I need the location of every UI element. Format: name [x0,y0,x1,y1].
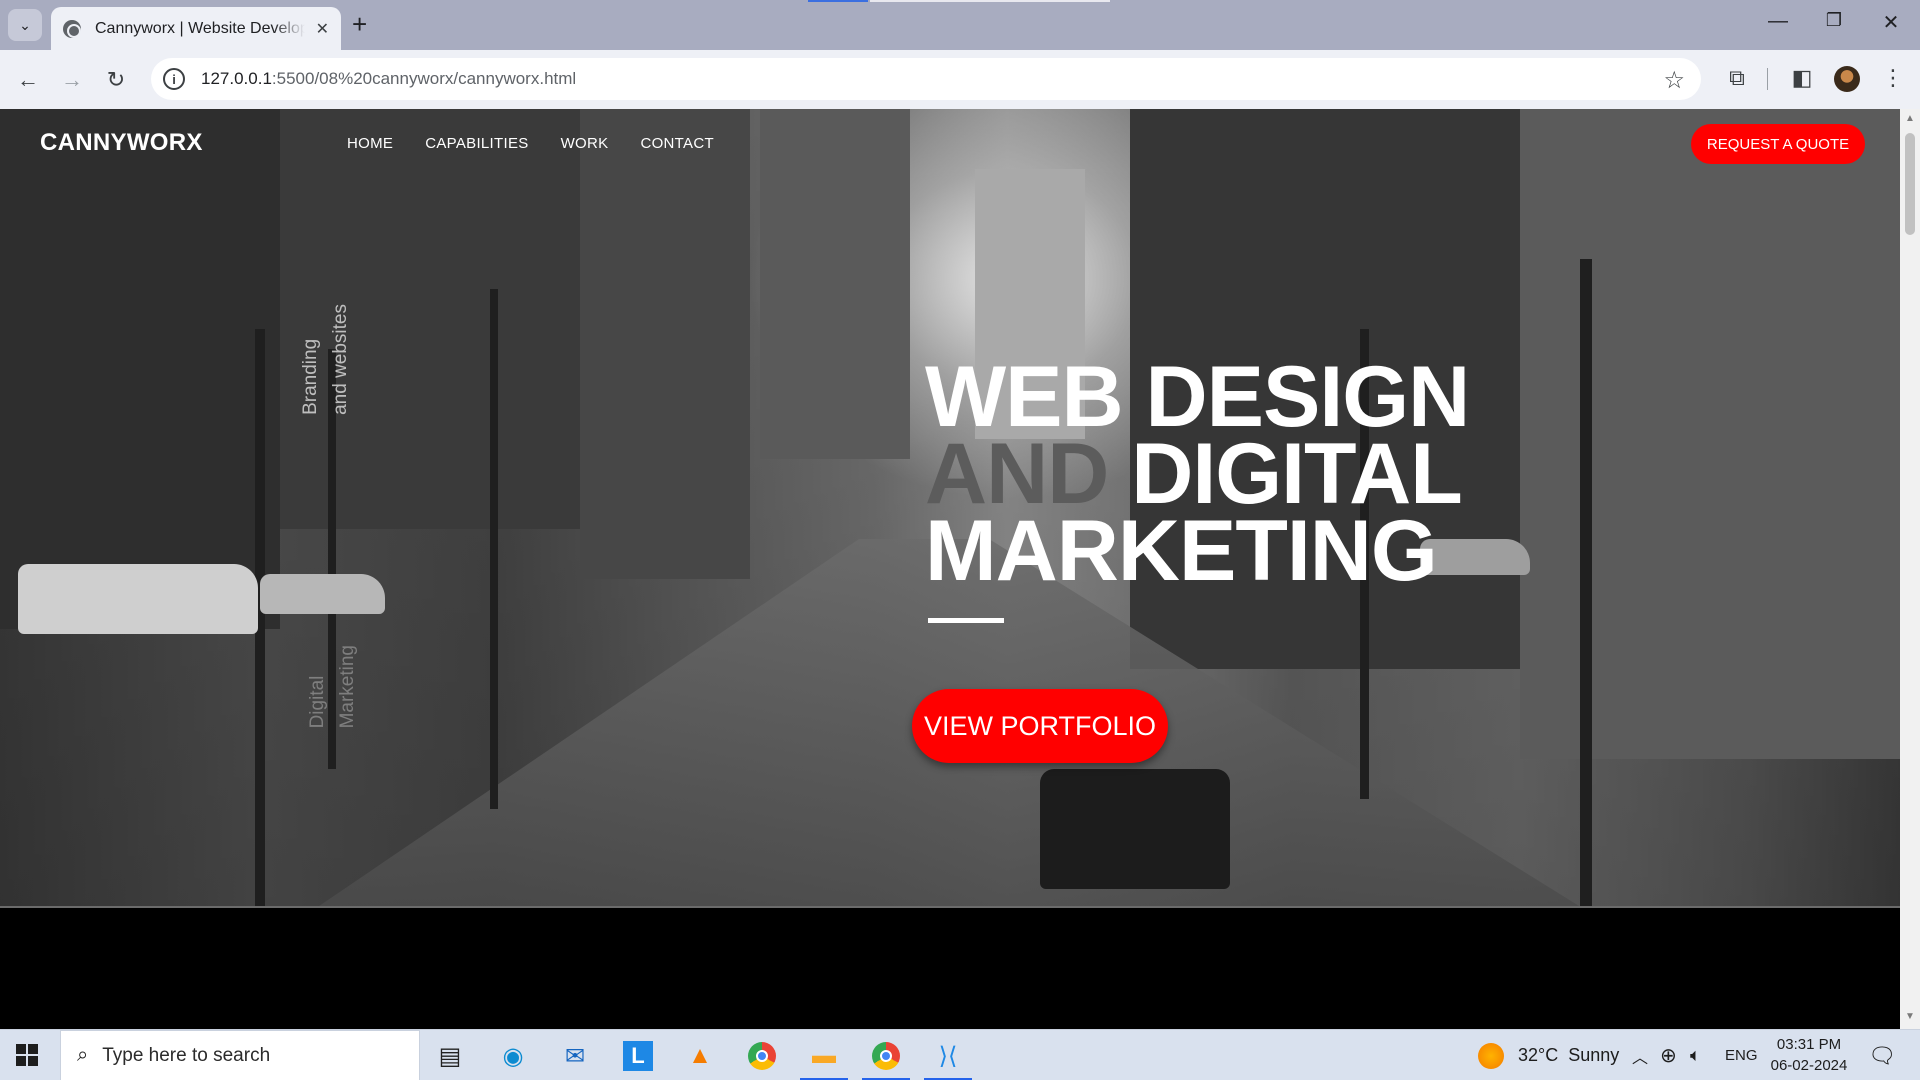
site-logo[interactable]: CANNYWORX [40,129,203,157]
mail-icon[interactable]: ✉ [557,1038,593,1074]
nav-home[interactable]: HOME [347,135,393,152]
windows-taskbar: ⌕ Type here to search ▤ ◉ ✉ L ▲ ▬ ⟩⟨ 32°… [0,1029,1920,1080]
page-viewport: CANNYWORX HOME CAPABILITIES WORK CONTACT… [0,109,1900,1029]
hero-headline: WEB DESIGN AND DIGITAL MARKETING [925,349,1470,599]
tab-search-button[interactable]: ⌄ [8,9,42,41]
forward-arrow-icon[interactable]: → [57,65,87,95]
side-panel-icon[interactable]: ◧ [1787,65,1817,91]
minimize-button[interactable]: — [1758,10,1798,33]
windows-start-icon[interactable] [16,1044,38,1066]
back-arrow-icon[interactable]: ← [13,65,43,95]
profile-avatar[interactable] [1834,66,1860,92]
restore-button[interactable]: ❐ [1814,10,1854,31]
weather-desc: Sunny [1568,1045,1620,1065]
scroll-up-arrow-icon[interactable]: ▲ [1905,113,1915,124]
globe-icon [63,19,81,38]
side-caption-marketing: Digital Marketing [303,645,363,728]
loading-indicator [808,0,868,2]
clock-time: 03:31 PM [1776,1036,1842,1053]
headline-line-2: AND DIGITAL [925,431,1469,517]
chrome-icon[interactable] [744,1038,780,1074]
loading-indicator-track [870,0,1110,2]
chevron-down-icon: ⌄ [19,16,31,33]
tab-title: Cannyworx | Website Development [95,19,305,37]
vlc-icon[interactable]: ▲ [682,1038,718,1074]
search-icon: ⌕ [77,1044,89,1066]
task-view-icon[interactable]: ▤ [432,1038,468,1074]
browser-toolbar: ← → ↻ i 127.0.0.1 :5500/08%20cannyworx/c… [0,50,1920,109]
weather-temp: 32°C [1518,1045,1559,1065]
scroll-thumb[interactable] [1905,133,1915,235]
url-host: 127.0.0.1 [201,69,272,88]
hero-section: CANNYWORX HOME CAPABILITIES WORK CONTACT… [0,109,1900,908]
search-placeholder: Type here to search [102,1044,271,1066]
side-caption-line: Digital [307,675,328,729]
side-caption-line: and websites [330,304,351,415]
site-header: CANNYWORX HOME CAPABILITIES WORK CONTACT… [0,109,1900,179]
toolbar-divider [1767,68,1768,90]
vscode-icon[interactable]: ⟩⟨ [924,1038,972,1080]
side-caption-line: Branding [300,338,321,415]
view-portfolio-button[interactable]: VIEW PORTFOLIO [912,689,1168,763]
new-tab-button[interactable]: + [352,10,367,38]
side-caption-line: Marketing [337,645,358,729]
headline-line-3: MARKETING [925,503,1438,599]
headline-divider [928,618,1004,623]
request-quote-button[interactable]: REQUEST A QUOTE [1691,124,1865,164]
extensions-puzzle-icon[interactable]: ⧉ [1722,65,1752,91]
side-caption-branding: Branding and websites [296,304,356,415]
close-window-button[interactable]: ✕ [1871,10,1911,35]
more-menu-icon[interactable]: ⋮ [1878,65,1908,91]
headline-line-1: WEB DESIGN [925,349,1470,445]
file-explorer-icon[interactable]: ▬ [800,1038,848,1080]
address-bar[interactable]: i 127.0.0.1 :5500/08%20cannyworx/cannywo… [151,58,1701,100]
close-tab-icon[interactable]: ✕ [316,19,329,39]
page-scrollbar[interactable]: ▲ ▼ [1900,109,1920,1029]
chrome-profile-icon[interactable] [862,1038,910,1080]
weather-widget[interactable]: 32°C Sunny [1478,1030,1619,1080]
browser-tab-active[interactable]: Cannyworx | Website Development ✕ [51,7,341,50]
site-info-icon[interactable]: i [163,68,185,90]
nav-capabilities[interactable]: CAPABILITIES [425,135,528,152]
taskbar-clock[interactable]: 03:31 PM 06-02-2024 [1764,1034,1854,1076]
notification-icon[interactable]: 🗨︎ [1868,1030,1896,1080]
sun-icon [1478,1042,1504,1069]
nav-contact[interactable]: CONTACT [640,135,713,152]
chevron-up-icon[interactable]: ︿ [1632,1030,1648,1080]
reload-icon[interactable]: ↻ [101,65,131,95]
main-nav: HOME CAPABILITIES WORK CONTACT [347,135,714,152]
clock-date: 06-02-2024 [1770,1057,1848,1074]
edge-icon[interactable]: ◉ [495,1038,531,1074]
browser-tabstrip: ⌄ Cannyworx | Website Development ✕ + — … [0,0,1920,50]
url-path: :5500/08%20cannyworx/cannyworx.html [271,69,577,88]
l-app-icon[interactable]: L [620,1038,656,1074]
language-indicator[interactable]: ENG [1725,1030,1758,1080]
nav-work[interactable]: WORK [561,135,609,152]
scroll-down-arrow-icon[interactable]: ▼ [1905,1011,1915,1022]
taskbar-search-input[interactable]: ⌕ Type here to search [60,1030,420,1080]
speaker-icon[interactable]: 🔈︎ [1690,1030,1701,1080]
network-globe-icon[interactable]: ⊕ [1660,1030,1677,1080]
bookmark-star-icon[interactable]: ☆ [1663,66,1685,95]
